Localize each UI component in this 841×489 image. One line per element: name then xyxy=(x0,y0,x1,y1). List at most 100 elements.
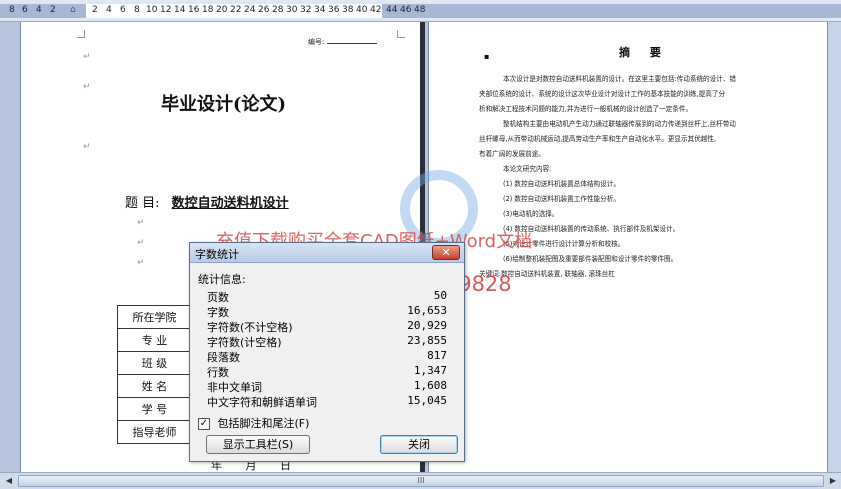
include-footnotes-option[interactable]: ✓ 包括脚注和尾注(F) xyxy=(198,415,309,431)
abstract-line: 丝杆螺母,从而带动机械运动,提高劳动生产率和生产自动化水平。更显示其优越性, xyxy=(479,135,717,143)
abstract-line: (1) 数控自动送料机装置总体结构设计。 xyxy=(503,180,620,188)
ruler-tick: 40 xyxy=(356,5,368,15)
stat-row: 字符数(计空格) 23,855 xyxy=(207,334,447,349)
paragraph-mark: ↵ xyxy=(137,258,145,268)
stat-label: 中文字符和朝鲜语单词 xyxy=(207,396,317,409)
ruler-tick: 20 xyxy=(216,5,228,15)
ruler-tick: 38 xyxy=(342,5,354,15)
stat-row: 字数 16,653 xyxy=(207,304,447,319)
stat-value: 817 xyxy=(427,349,447,362)
close-button[interactable]: 关闭 xyxy=(380,435,458,454)
include-footnotes-label[interactable]: 包括脚注和尾注(F) xyxy=(218,417,310,430)
abstract-line: 有着广阔的发展前途。 xyxy=(479,150,545,158)
ruler-tick: 18 xyxy=(202,5,214,15)
topic-value: 数控自动送料机设计 xyxy=(171,196,289,211)
abstract-title: 摘 要 xyxy=(619,46,669,59)
table-cell-label: 姓 名 xyxy=(117,374,192,398)
scroll-right-icon[interactable]: ▶ xyxy=(826,475,840,487)
thesis-title: 毕业设计(论文) xyxy=(161,94,287,115)
stat-label: 字符数(不计空格) xyxy=(207,321,293,334)
stat-label: 段落数 xyxy=(207,351,240,364)
ruler-tick: 16 xyxy=(188,5,200,15)
stat-value: 50 xyxy=(433,289,447,302)
horizontal-ruler[interactable]: 8 6 4 2 ⌂ 2 4 6 8 10 12 14 16 18 20 22 2… xyxy=(0,0,841,22)
include-footnotes-checkbox[interactable]: ✓ xyxy=(198,418,210,430)
stat-label: 页数 xyxy=(207,291,229,304)
word-count-dialog: 字数统计 ✕ 统计信息: 页数 50 字数 16,653 字符数(不计空格) 20,9… xyxy=(189,242,465,462)
dialog-title-bar[interactable]: 字数统计 ✕ xyxy=(190,243,464,263)
ruler-tick: 12 xyxy=(160,5,172,15)
vertical-scrollbar[interactable] xyxy=(828,22,841,472)
ruler-tick: 34 xyxy=(314,5,326,15)
paragraph-mark: ↵ xyxy=(137,218,145,228)
horizontal-scrollbar[interactable]: ◀ III ▶ xyxy=(0,472,841,489)
abstract-line: (2) 数控自动送料机装置工作性能分析。 xyxy=(503,195,620,203)
ruler-tick: 46 xyxy=(400,5,412,15)
ruler-tick: 32 xyxy=(300,5,312,15)
stat-value: 15,045 xyxy=(407,394,447,407)
table-cell-label: 班 级 xyxy=(117,351,192,375)
serial-number-field: 编号: xyxy=(308,37,377,47)
ruler-tick: 8 xyxy=(134,5,140,15)
dialog-title: 字数统计 xyxy=(195,248,239,261)
stat-row: 非中文单词 1,608 xyxy=(207,379,447,394)
statistics-list: 页数 50 字数 16,653 字符数(不计空格) 20,929 字符数(计空格) 23… xyxy=(207,289,447,409)
table-cell-label: 专 业 xyxy=(117,328,192,352)
ruler-tick: 6 xyxy=(22,5,28,15)
ruler-indent-marker[interactable]: ⌂ xyxy=(70,5,76,15)
stat-row: 行数 1,347 xyxy=(207,364,447,379)
abstract-line: 夹部位系统的设计、系统的设计这次毕业设计对设计工作的基本技能的训练,提高了分 xyxy=(479,90,726,98)
ruler-tick: 24 xyxy=(244,5,256,15)
bullet-mark: ▪ xyxy=(484,52,490,61)
ruler-tick: 14 xyxy=(174,5,186,15)
stat-value: 1,608 xyxy=(413,379,447,392)
abstract-line: 本次设计是对数控自动送料机装置的设计。在这里主要包括:传动系统的设计、错 xyxy=(503,75,737,83)
stat-row: 中文字符和朝鲜语单词 15,045 xyxy=(207,394,447,409)
stat-label: 行数 xyxy=(207,366,229,379)
paragraph-mark: ↵ xyxy=(83,82,91,92)
ruler-tick: 2 xyxy=(50,5,56,15)
ruler-tick: 30 xyxy=(286,5,298,15)
table-cell-label: 指导老师 xyxy=(117,420,192,444)
stat-label: 字数 xyxy=(207,306,229,319)
page-corner-mark xyxy=(397,30,405,38)
paragraph-mark: ↵ xyxy=(137,238,145,248)
stat-value: 1,347 xyxy=(413,364,447,377)
ruler-tick: 2 xyxy=(92,5,98,15)
stat-row: 页数 50 xyxy=(207,289,447,304)
stat-label: 非中文单词 xyxy=(207,381,262,394)
table-cell-label: 学 号 xyxy=(117,397,192,421)
scroll-left-icon[interactable]: ◀ xyxy=(2,475,16,487)
ruler-tick: 4 xyxy=(36,5,42,15)
show-toolbar-button[interactable]: 显示工具栏(S) xyxy=(206,435,310,454)
abstract-line: 本论文研究内容: xyxy=(503,165,552,173)
ruler-tick: 48 xyxy=(414,5,426,15)
abstract-line: (3)电动机的选择。 xyxy=(503,210,559,218)
serial-underline xyxy=(326,38,377,44)
ruler-tick: 4 xyxy=(106,5,112,15)
close-icon[interactable]: ✕ xyxy=(432,245,460,260)
abstract-line: (6)绘制整机装配图及重要部件装配图和设计零件的零件图。 xyxy=(503,255,678,263)
stat-value: 23,855 xyxy=(407,334,447,347)
stat-row: 段落数 817 xyxy=(207,349,447,364)
keywords-line: 关键词:数控自动送料机装置, 联轴器, 滚珠丝杠 xyxy=(479,270,615,278)
paragraph-mark: ↵ xyxy=(83,52,91,62)
paragraph-mark: ↵ xyxy=(83,142,91,152)
statistics-label: 统计信息: xyxy=(198,273,246,286)
ruler-tick: 6 xyxy=(120,5,126,15)
table-cell-label: 所在学院 xyxy=(117,305,192,329)
ruler-right-margin xyxy=(382,4,841,18)
topic-row: 题 目: 数控自动送料机设计 xyxy=(125,192,289,211)
page-corner-mark xyxy=(77,30,85,38)
stat-label: 字符数(计空格) xyxy=(207,336,282,349)
abstract-line: 整机结构主要由电动机产生动力通过联轴器传展到的动力传递到丝杆上,丝杆带动 xyxy=(503,120,736,128)
topic-label: 题 目: xyxy=(125,196,160,211)
stat-value: 20,929 xyxy=(407,319,447,332)
ruler-tick: 28 xyxy=(272,5,284,15)
serial-label: 编号: xyxy=(308,38,325,46)
abstract-line: 析和解决工程技术问题的能力,并为进行一般机械的设计创造了一定条件。 xyxy=(479,105,693,113)
stat-row: 字符数(不计空格) 20,929 xyxy=(207,319,447,334)
scrollbar-thumb[interactable]: III xyxy=(18,475,824,487)
ruler-tick: 8 xyxy=(9,5,15,15)
ruler-tick: 22 xyxy=(230,5,242,15)
